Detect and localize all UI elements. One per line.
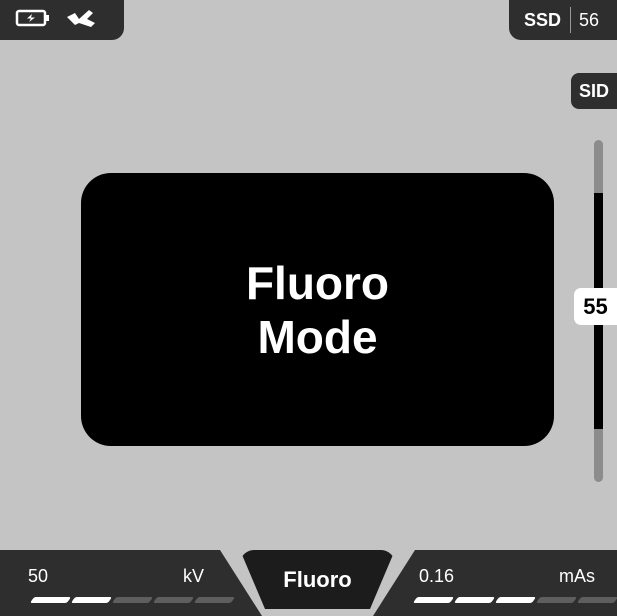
sid-label: SID [571,73,617,109]
level-segment [453,597,496,603]
mas-value: 0.16 [419,566,455,586]
mode-tab-fluoro[interactable]: Fluoro [240,550,395,609]
ssd-panel: SSD 56 [509,0,617,40]
kv-level-bar [29,597,236,603]
mas-level-bar [412,597,617,603]
mas-unit: mAs [559,566,595,586]
battery-charging-icon [15,8,51,33]
level-segment [152,597,195,603]
mode-line-2: Mode [257,310,378,363]
level-segment [111,597,154,603]
level-segment [494,597,537,603]
kv-value: 50 [28,566,49,586]
mode-display: Fluoro Mode [81,173,554,446]
level-segment [70,597,113,603]
level-segment [576,597,617,603]
ssd-divider [570,7,572,33]
level-segment [412,597,455,603]
ssd-label: SSD [524,9,562,30]
status-icons-panel [0,0,124,40]
level-segment [29,597,72,603]
mode-line-1: Fluoro [245,256,390,309]
sid-slider-value[interactable]: 55 [574,288,617,325]
level-segment [535,597,578,603]
kv-unit: kV [183,566,205,586]
handswitch-icon [65,7,99,34]
level-segment [193,597,236,603]
ssd-value: 56 [579,9,600,30]
